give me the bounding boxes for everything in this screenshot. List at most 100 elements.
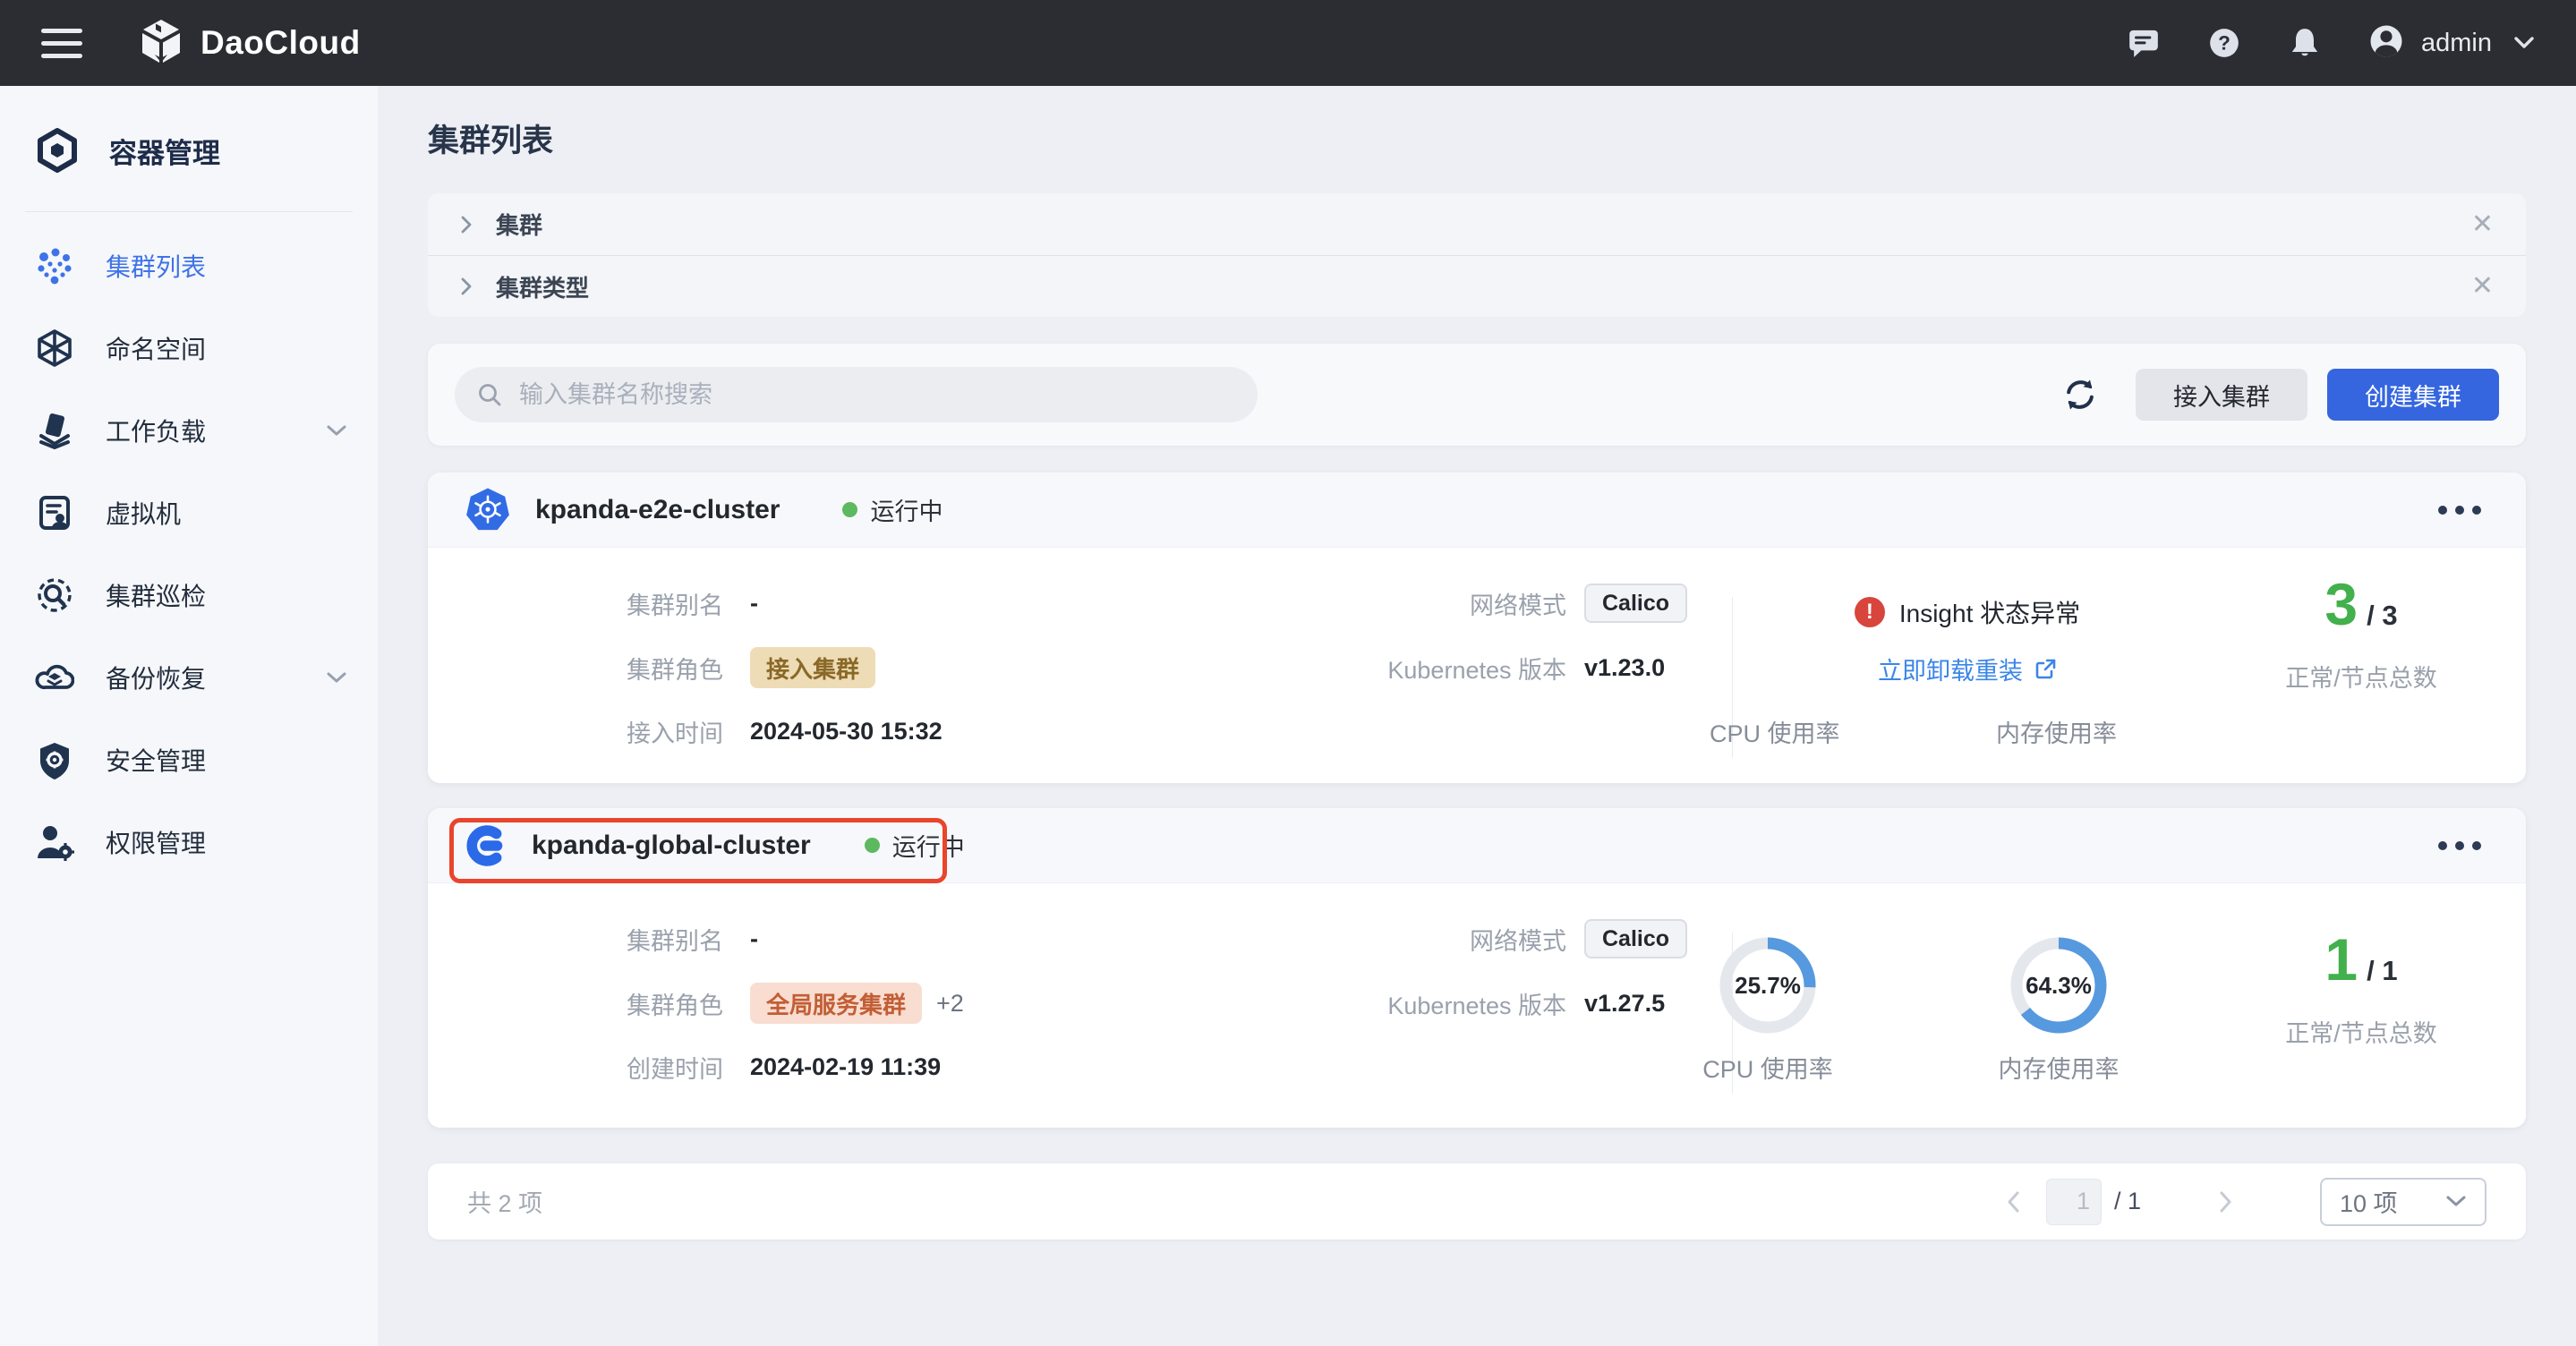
sidebar-item-cluster-inspection[interactable]: 集群巡检 <box>0 554 378 636</box>
user-menu[interactable]: admin <box>2367 22 2535 64</box>
node-count-block: 3/ 3 正常/节点总数 <box>2227 575 2495 694</box>
role-label: 集群角色 <box>627 986 750 1021</box>
chevron-down-icon <box>2513 36 2535 50</box>
main-content: 集群列表 集群 ✕ 集群类型 ✕ <box>378 86 2576 1346</box>
cluster-card-header: kpanda-global-cluster 运行中 <box>428 808 2526 883</box>
sidebar-item-cluster-list[interactable]: 集群列表 <box>0 225 378 307</box>
daocloud-logo-icon <box>138 18 184 69</box>
cpu-usage-label: CPU 使用率 <box>1710 714 1840 749</box>
nodes-label: 正常/节点总数 <box>2227 659 2495 694</box>
svg-text:?: ? <box>2218 32 2231 55</box>
search-box <box>455 367 1258 422</box>
sidebar-item-label: 集群巡检 <box>106 577 206 613</box>
nodes-label: 正常/节点总数 <box>2227 1014 2495 1049</box>
filter-row-cluster-type[interactable]: 集群类型 ✕ <box>428 255 2526 317</box>
sidebar-item-label: 虚拟机 <box>106 495 181 531</box>
virtual-machine-icon <box>34 492 75 533</box>
avatar <box>2367 22 2405 64</box>
sidebar-item-permissions[interactable]: 权限管理 <box>0 801 378 883</box>
page-size-select[interactable]: 10 项 <box>2320 1178 2486 1226</box>
notification-bell-icon[interactable] <box>2287 25 2323 61</box>
cluster-card-body: 集群别名 - 集群角色 全局服务集群 +2 创建时间 2024-02-19 11… <box>428 883 2526 1128</box>
status-text: 运行中 <box>892 828 965 863</box>
chevron-down-icon <box>326 671 347 685</box>
cpu-usage-label: CPU 使用率 <box>1687 1050 1848 1085</box>
more-actions-icon[interactable] <box>2429 497 2490 524</box>
cluster-name[interactable]: kpanda-global-cluster <box>532 831 811 861</box>
k8s-version-label: Kubernetes 版本 <box>1368 651 1566 686</box>
cluster-list-icon <box>34 245 75 286</box>
alias-value: - <box>750 925 758 953</box>
sidebar-item-backup-restore[interactable]: 备份恢复 <box>0 636 378 719</box>
sidebar-nav: 集群列表 命名空间 <box>0 212 378 883</box>
role-label: 集群角色 <box>627 651 750 686</box>
refresh-icon[interactable] <box>2060 375 2100 414</box>
sidebar-item-label: 安全管理 <box>106 742 206 778</box>
close-icon[interactable]: ✕ <box>2471 211 2494 238</box>
status-text: 运行中 <box>870 492 943 527</box>
previous-page-icon[interactable] <box>2005 1189 2021 1214</box>
nodes-total-count: / 1 <box>2367 955 2397 986</box>
workload-icon <box>34 410 75 451</box>
warning-icon: ! <box>1855 597 1885 627</box>
create-cluster-button[interactable]: 创建集群 <box>2327 369 2499 421</box>
nodes-total-count: / 3 <box>2367 600 2397 631</box>
chevron-down-icon <box>2445 1195 2467 1208</box>
role-badge: 全局服务集群 <box>750 983 922 1024</box>
cpu-usage-value: 25.7% <box>1718 935 1818 1035</box>
search-input[interactable] <box>517 380 1236 410</box>
close-icon[interactable]: ✕ <box>2471 273 2494 300</box>
network-mode-label: 网络模式 <box>1368 922 1566 957</box>
filter-label: 集群 <box>496 208 542 241</box>
create-time-value: 2024-02-19 11:39 <box>750 1053 941 1081</box>
toolbar: 接入集群 创建集群 <box>428 344 2526 446</box>
brand[interactable]: DaoCloud <box>138 18 361 69</box>
join-cluster-button[interactable]: 接入集群 <box>2136 369 2307 421</box>
k8s-version-value: v1.23.0 <box>1584 654 1665 682</box>
cluster-inspection-icon <box>34 575 75 616</box>
search-icon <box>476 381 503 408</box>
k8s-version-value: v1.27.5 <box>1584 990 1665 1018</box>
page-number-input[interactable] <box>2046 1179 2102 1225</box>
top-bar: DaoCloud ? <box>0 0 2576 86</box>
brand-name: DaoCloud <box>200 24 361 62</box>
filter-row-cluster[interactable]: 集群 ✕ <box>428 193 2526 255</box>
create-time-label: 创建时间 <box>627 1050 750 1085</box>
cluster-card-e2e: kpanda-e2e-cluster 运行中 集群别名 - 集群角色 接入集群 … <box>428 473 2526 783</box>
reinstall-link[interactable]: 立即卸载重装 <box>1878 652 2057 686</box>
sidebar-item-security[interactable]: 安全管理 <box>0 719 378 801</box>
cluster-name[interactable]: kpanda-e2e-cluster <box>535 495 780 525</box>
kubernetes-logo-icon <box>464 486 512 534</box>
chevron-right-icon <box>460 215 473 234</box>
module-header: 容器管理 <box>0 86 378 211</box>
sidebar-item-label: 工作负载 <box>106 413 206 448</box>
sidebar-item-namespace[interactable]: 命名空间 <box>0 307 378 389</box>
sidebar-item-workload[interactable]: 工作负载 <box>0 389 378 472</box>
page-total-text: / 1 <box>2114 1188 2141 1215</box>
sidebar-item-virtual-machine[interactable]: 虚拟机 <box>0 472 378 554</box>
message-icon[interactable] <box>2126 25 2162 61</box>
insight-status-text: Insight 状态异常 <box>1899 594 2080 630</box>
next-page-icon[interactable] <box>2218 1189 2234 1214</box>
network-mode-badge: Calico <box>1584 584 1687 623</box>
cluster-card-header: kpanda-e2e-cluster 运行中 <box>428 473 2526 548</box>
external-link-icon <box>2034 658 2057 681</box>
cpu-usage-donut: 25.7% CPU 使用率 <box>1687 935 1848 1085</box>
cluster-card-global: kpanda-global-cluster 运行中 集群别名 - 集群角色 全局… <box>428 808 2526 1128</box>
cluster-status: 运行中 <box>865 828 965 863</box>
memory-usage-label: 内存使用率 <box>1978 1050 2139 1085</box>
more-actions-icon[interactable] <box>2429 832 2490 859</box>
join-time-label: 接入时间 <box>627 714 750 749</box>
help-icon[interactable]: ? <box>2206 25 2242 61</box>
page-size-value: 10 项 <box>2340 1184 2398 1219</box>
insight-status-block: ! Insight 状态异常 立即卸载重装 <box>1788 594 2146 686</box>
menu-toggle-icon[interactable] <box>41 29 82 58</box>
nodes-healthy-count: 3 <box>2324 571 2358 637</box>
memory-usage-donut: 64.3% 内存使用率 <box>1978 935 2139 1085</box>
container-management-icon <box>34 127 81 174</box>
sidebar-item-label: 权限管理 <box>106 824 206 860</box>
module-title: 容器管理 <box>109 131 220 171</box>
user-name: admin <box>2421 29 2492 58</box>
node-count-block: 1/ 1 正常/节点总数 <box>2227 930 2495 1049</box>
total-items-text: 共 2 项 <box>467 1184 542 1219</box>
